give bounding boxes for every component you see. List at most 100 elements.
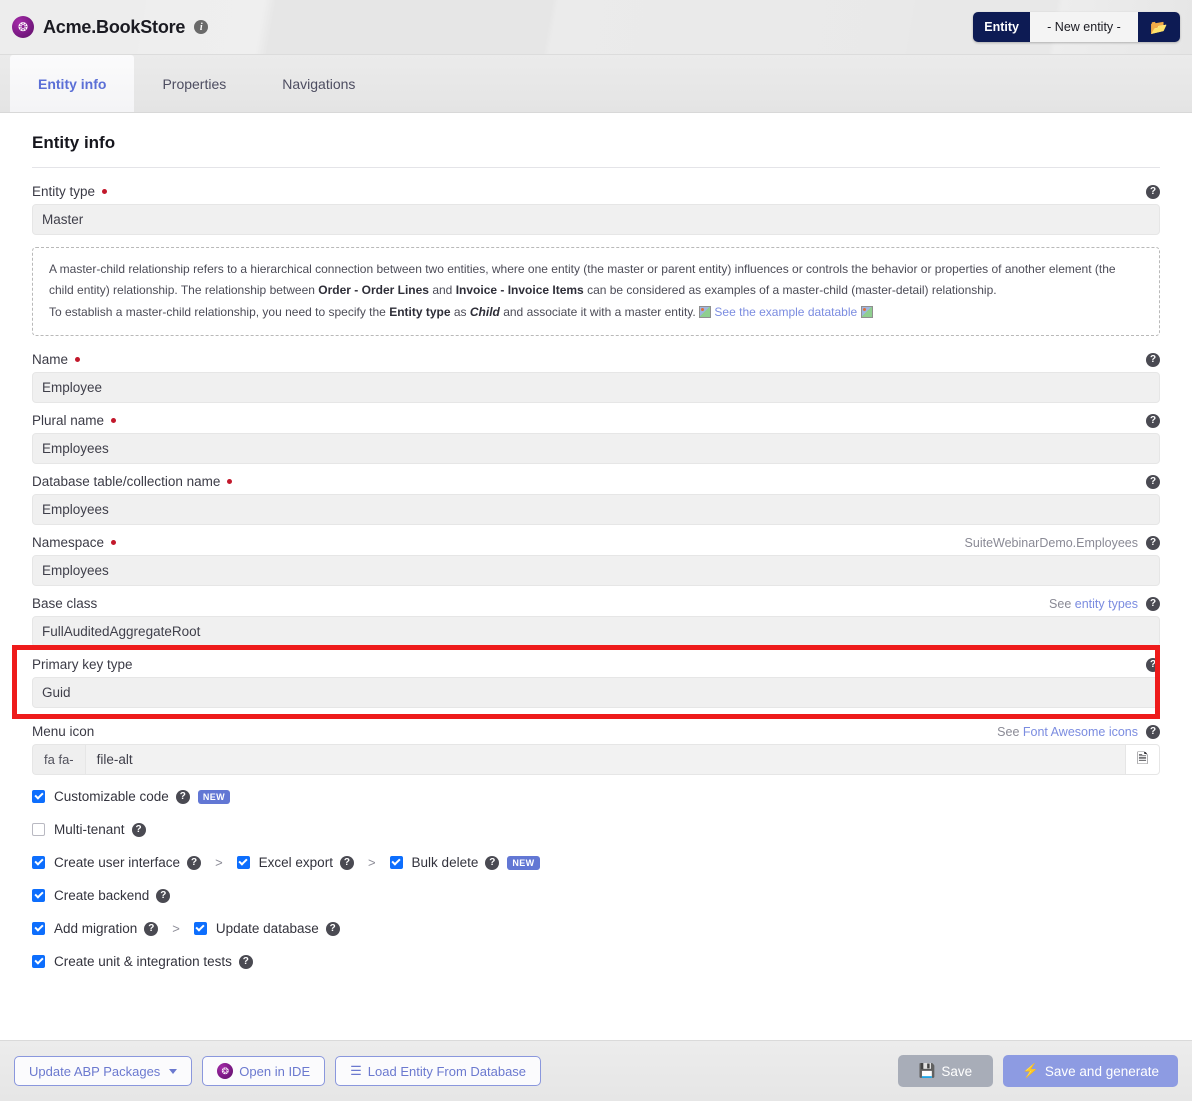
checkbox-excel-export[interactable] xyxy=(237,856,250,869)
base-class-value: FullAuditedAggregateRoot xyxy=(42,624,200,639)
update-abp-packages-button[interactable]: Update ABP Packages xyxy=(14,1056,192,1086)
alert-text-2e: and associate it with a master entity. xyxy=(500,305,699,319)
tab-entity-info[interactable]: Entity info xyxy=(10,55,134,112)
required-marker xyxy=(111,540,116,545)
field-name-head: Name ? xyxy=(32,350,1160,369)
plural-name-input[interactable]: Employees xyxy=(32,433,1160,464)
chain-separator-icon: > xyxy=(368,855,376,870)
tab-entity-info-label: Entity info xyxy=(38,76,106,92)
field-database-table-label: Database table/collection name xyxy=(32,474,220,489)
checkbox-multi-tenant[interactable] xyxy=(32,823,45,836)
checkbox-multi-tenant-label: Multi-tenant xyxy=(54,822,125,837)
entity-selector-group[interactable]: Entity - New entity - 📂 xyxy=(973,12,1180,42)
help-icon[interactable]: ? xyxy=(1146,536,1160,550)
name-input[interactable]: Employee xyxy=(32,372,1160,403)
broken-image-icon-right xyxy=(861,306,873,318)
title-bar: ❂ Acme.BookStore i Entity - New entity -… xyxy=(0,0,1192,55)
checkbox-create-user-interface[interactable] xyxy=(32,856,45,869)
alert-text-2c: as xyxy=(451,305,470,319)
help-icon[interactable]: ? xyxy=(144,922,158,936)
checkbox-create-backend[interactable] xyxy=(32,889,45,902)
field-base-class-label: Base class xyxy=(32,596,97,611)
checkbox-create-tests-label: Create unit & integration tests xyxy=(54,954,232,969)
brand: ❂ Acme.BookStore i xyxy=(12,16,208,38)
help-icon[interactable]: ? xyxy=(239,955,253,969)
entity-name-value[interactable]: - New entity - xyxy=(1030,12,1138,42)
help-icon[interactable]: ? xyxy=(1146,658,1160,672)
checkbox-row-create-user-interface: Create user interface ? > Excel export ?… xyxy=(32,855,1160,870)
help-icon[interactable]: ? xyxy=(187,856,201,870)
base-class-hint-prefix: See xyxy=(1049,597,1075,611)
help-icon[interactable]: ? xyxy=(1146,353,1160,367)
alert-entity-type-bold: Entity type xyxy=(389,305,450,319)
menu-icon-value: file-alt xyxy=(97,752,133,767)
database-table-input[interactable]: Employees xyxy=(32,494,1160,525)
menu-icon-input[interactable]: file-alt xyxy=(85,744,1126,775)
field-primary-key-type-head: Primary key type ? xyxy=(32,655,1160,674)
checkbox-create-tests[interactable] xyxy=(32,955,45,968)
checkbox-customizable-code-label: Customizable code xyxy=(54,789,169,804)
visual-studio-icon: ❂ xyxy=(217,1063,233,1079)
help-icon[interactable]: ? xyxy=(132,823,146,837)
tab-navigations[interactable]: Navigations xyxy=(254,55,383,112)
required-marker xyxy=(227,479,232,484)
help-icon[interactable]: ? xyxy=(1146,475,1160,489)
load-entity-label: Load Entity From Database xyxy=(368,1064,526,1079)
broken-image-icon-left xyxy=(699,306,711,318)
chain-separator-icon: > xyxy=(172,921,180,936)
alert-order-order-lines: Order - Order Lines xyxy=(318,283,429,297)
example-datatable-link[interactable]: See the example datatable xyxy=(714,305,857,319)
field-menu-icon: Menu icon See Font Awesome icons ? fa fa… xyxy=(32,722,1160,775)
entity-type-value: Master xyxy=(42,212,83,227)
checkbox-update-database[interactable] xyxy=(194,922,207,935)
help-icon[interactable]: ? xyxy=(1146,725,1160,739)
checkbox-create-backend-label: Create backend xyxy=(54,888,149,903)
field-entity-type: Entity type ? Master xyxy=(32,182,1160,235)
help-icon[interactable]: ? xyxy=(1146,185,1160,199)
base-class-select[interactable]: FullAuditedAggregateRoot xyxy=(32,616,1160,647)
info-icon[interactable]: i xyxy=(194,20,208,34)
entity-segment-label: Entity xyxy=(973,12,1030,42)
save-button[interactable]: 💾 Save xyxy=(898,1055,994,1087)
help-icon[interactable]: ? xyxy=(156,889,170,903)
checkbox-customizable-code[interactable] xyxy=(32,790,45,803)
checkbox-excel-export-label: Excel export xyxy=(259,855,333,870)
open-in-ide-button[interactable]: ❂ Open in IDE xyxy=(202,1056,325,1086)
help-icon[interactable]: ? xyxy=(1146,414,1160,428)
footer-toolbar: Update ABP Packages ❂ Open in IDE ☰ Load… xyxy=(0,1040,1192,1101)
help-icon[interactable]: ? xyxy=(1146,597,1160,611)
database-table-value: Employees xyxy=(42,502,109,517)
help-icon[interactable]: ? xyxy=(326,922,340,936)
entity-generator-window: ❂ Acme.BookStore i Entity - New entity -… xyxy=(0,0,1192,1101)
field-plural-name-label: Plural name xyxy=(32,413,104,428)
app-title: Acme.BookStore xyxy=(43,17,185,38)
required-marker xyxy=(111,418,116,423)
menu-icon-hint: See Font Awesome icons xyxy=(997,725,1138,739)
folder-open-icon[interactable]: 📂 xyxy=(1138,12,1180,42)
checkbox-bulk-delete-label: Bulk delete xyxy=(412,855,479,870)
namespace-value: Employees xyxy=(42,563,109,578)
field-base-class-head: Base class See entity types ? xyxy=(32,594,1160,613)
primary-key-type-select[interactable]: Guid xyxy=(32,677,1160,708)
load-entity-from-database-button[interactable]: ☰ Load Entity From Database xyxy=(335,1056,541,1086)
namespace-input[interactable]: Employees xyxy=(32,555,1160,586)
alert-invoice-invoice-items: Invoice - Invoice Items xyxy=(456,283,584,297)
checkbox-row-customizable-code: Customizable code ? NEW xyxy=(32,789,1160,804)
save-and-generate-button[interactable]: ⚡ Save and generate xyxy=(1003,1055,1178,1087)
badge-new: NEW xyxy=(198,790,230,804)
help-icon[interactable]: ? xyxy=(485,856,499,870)
field-name: Name ? Employee xyxy=(32,350,1160,403)
help-icon[interactable]: ? xyxy=(176,790,190,804)
entity-types-link[interactable]: entity types xyxy=(1075,597,1138,611)
required-marker xyxy=(75,357,80,362)
menu-icon-input-group: fa fa- file-alt 🗎 xyxy=(32,744,1160,775)
field-database-table-head: Database table/collection name ? xyxy=(32,472,1160,491)
entity-type-select[interactable]: Master xyxy=(32,204,1160,235)
tab-properties-label: Properties xyxy=(162,76,226,92)
tab-properties[interactable]: Properties xyxy=(134,55,254,112)
font-awesome-icons-link[interactable]: Font Awesome icons xyxy=(1023,725,1138,739)
checkbox-add-migration[interactable] xyxy=(32,922,45,935)
checkbox-bulk-delete[interactable] xyxy=(390,856,403,869)
options-checkbox-group: Customizable code ? NEW Multi-tenant ? C… xyxy=(32,789,1160,969)
help-icon[interactable]: ? xyxy=(340,856,354,870)
